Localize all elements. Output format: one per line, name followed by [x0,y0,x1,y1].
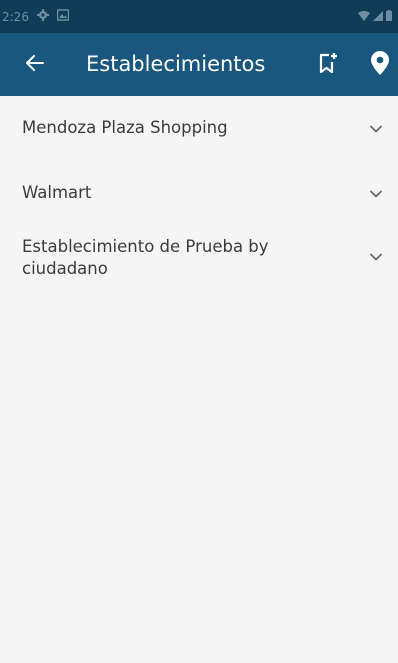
gear-icon [36,9,49,24]
list-item-label: Mendoza Plaza Shopping [22,118,228,137]
list-item-mendoza-plaza-shopping[interactable]: Mendoza Plaza Shopping [0,96,398,160]
app-bar: Establecimientos [0,33,398,96]
status-left: 2:26 [2,9,70,24]
arrow-left-icon [25,53,45,77]
list-item-label: Walmart [22,183,92,202]
list-item-label: Establecimiento de Prueba by ciudadano [22,237,269,278]
wifi-icon [358,10,370,24]
bookmark-add-button[interactable] [316,52,340,78]
battery-icon [386,9,392,24]
signal-icon [373,10,383,24]
status-bar: 2:26 [0,0,398,33]
chevron-down-icon[interactable] [368,121,384,137]
page-title: Establecimientos [86,52,266,76]
status-right [358,9,392,24]
bookmark-add-icon [318,52,338,78]
chevron-down-icon[interactable] [368,186,384,202]
status-time: 2:26 [2,9,29,24]
list-item-walmart[interactable]: Walmart [0,160,398,224]
list-item-establecimiento-de-prueba[interactable]: Establecimiento de Prueba by ciudadano [0,224,398,296]
chevron-down-icon[interactable] [368,249,384,265]
location-button[interactable] [368,51,392,79]
back-button[interactable] [22,52,48,78]
image-icon [56,9,70,24]
location-pin-icon [371,51,389,79]
